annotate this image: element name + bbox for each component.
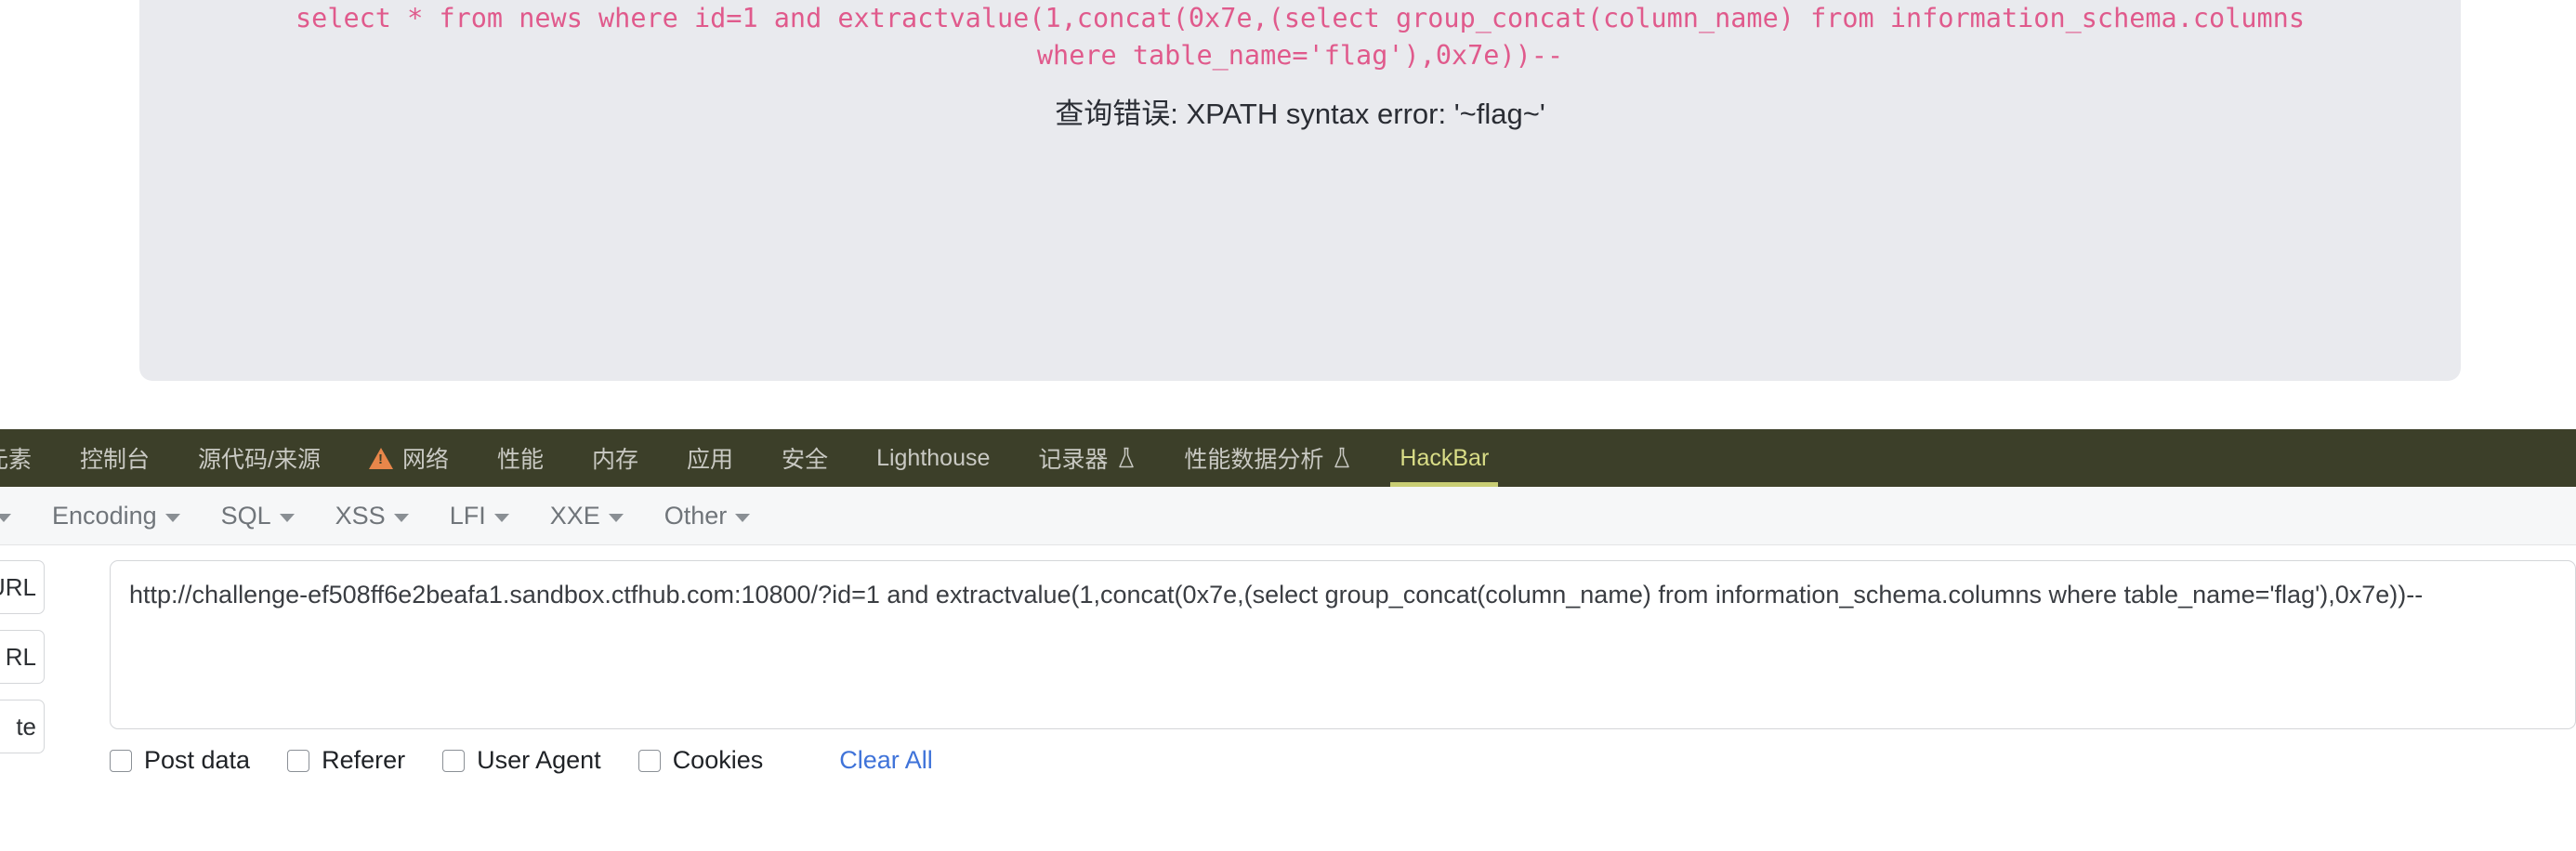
query-result-panel: select * from news where id=1 and extrac… [139, 0, 2461, 381]
hackbar-menu-label: Encoding [52, 501, 157, 530]
url-input[interactable] [110, 560, 2576, 729]
devtools-tab-label: 控制台 [80, 447, 151, 473]
query-error-message: 查询错误: XPATH syntax error: '~flag~' [1055, 97, 1545, 130]
user-agent-checkbox[interactable]: User Agent [442, 746, 601, 775]
checkbox-box[interactable] [637, 749, 661, 772]
warning-triangle-icon [368, 447, 393, 469]
split-url-button[interactable]: RL [0, 630, 45, 684]
button-label: URL [0, 572, 36, 601]
hackbar-body: URL RL te Post data Referer User Agent Cookie… [0, 545, 2576, 851]
post-data-checkbox[interactable]: Post data [110, 746, 250, 775]
hackbar-menu-Other[interactable]: Other [644, 502, 771, 530]
devtools-tab-HackBar[interactable]: HackBar [1375, 429, 1513, 487]
checkbox-box[interactable] [442, 749, 466, 772]
devtools-tab-应用[interactable]: 应用 [663, 429, 757, 487]
checkbox-label: Referer [322, 746, 406, 774]
devtools-tab-bar: 元素 控制台 源代码/来源 网络 性能 内存 应用 安全 Lighthouse 记录器 性能数据分析… [0, 429, 2576, 487]
hackbar-menu-SQL[interactable]: SQL [201, 502, 315, 530]
hackbar-panel: n Encoding SQL XSS LFI XXE Other URL RL te Post … [0, 487, 2576, 851]
cookies-checkbox[interactable]: Cookies [637, 746, 764, 775]
devtools-tab-label: 元素 [0, 447, 33, 473]
devtools-tab-性能[interactable]: 性能 [473, 429, 568, 487]
hackbar-menu-label: SQL [220, 501, 271, 530]
hackbar-options-row: Post data Referer User Agent Cookies Clear A… [110, 746, 933, 775]
chevron-down-icon [279, 513, 295, 522]
devtools-tab-label: HackBar [1400, 444, 1490, 471]
load-url-button[interactable]: URL [0, 560, 45, 614]
flask-icon [1333, 447, 1351, 469]
browser-page-viewport: select * from news where id=1 and extrac… [0, 0, 2576, 429]
devtools-tab-label: 应用 [687, 447, 734, 473]
flask-icon [1117, 447, 1136, 469]
hackbar-menu-LFI[interactable]: LFI [429, 502, 530, 530]
screen: select * from news where id=1 and extrac… [0, 0, 2576, 851]
checkbox-label: Post data [144, 746, 251, 774]
hackbar-menu-label: Other [664, 501, 728, 530]
devtools-tab-label: 内存 [592, 447, 639, 473]
chevron-down-icon [735, 513, 751, 522]
devtools-tab-源代码/来源[interactable]: 源代码/来源 [174, 429, 345, 487]
devtools-tab-记录器[interactable]: 记录器 [1014, 429, 1160, 487]
sql-query-echo: select * from news where id=1 and extrac… [296, 3, 2305, 72]
hackbar-menu-Encoding[interactable]: Encoding [32, 502, 201, 530]
chevron-down-icon [164, 513, 180, 522]
devtools-tab-性能数据分析[interactable]: 性能数据分析 [1160, 429, 1375, 487]
hackbar-menu-bar: n Encoding SQL XSS LFI XXE Other [0, 487, 2576, 545]
checkbox-box[interactable] [287, 749, 310, 772]
checkbox-label: User Agent [477, 746, 601, 774]
execute-button[interactable]: te [0, 700, 45, 753]
devtools-tab-label: 记录器 [1038, 447, 1109, 473]
referer-checkbox[interactable]: Referer [287, 746, 405, 775]
hackbar-menu-label: XSS [335, 501, 386, 530]
button-label: RL [5, 642, 36, 671]
chevron-down-icon [608, 513, 624, 522]
hackbar-menu-XSS[interactable]: XSS [315, 502, 429, 530]
devtools-tab-网络[interactable]: 网络 [345, 429, 473, 487]
hackbar-menu-label: XXE [549, 501, 600, 530]
chevron-down-icon [493, 513, 509, 522]
devtools-tab-label: 安全 [782, 447, 829, 473]
devtools-tab-安全[interactable]: 安全 [757, 429, 852, 487]
clear-all-link[interactable]: Clear All [839, 746, 933, 775]
devtools-tab-元素[interactable]: 元素 [0, 429, 56, 487]
hackbar-menu-label: LFI [449, 501, 486, 530]
checkbox-label: Cookies [672, 746, 764, 774]
devtools-tab-label: 性能数据分析 [1184, 447, 1324, 473]
devtools-tab-label: 源代码/来源 [198, 447, 321, 473]
devtools-tab-label: Lighthouse [876, 444, 991, 471]
devtools-tab-label: 网络 [401, 447, 449, 473]
button-label: te [16, 712, 36, 740]
hackbar-menu-XXE[interactable]: XXE [530, 502, 644, 530]
chevron-down-icon [0, 513, 12, 522]
chevron-down-icon [393, 513, 409, 522]
devtools-tab-控制台[interactable]: 控制台 [56, 429, 174, 487]
devtools-tab-label: 性能 [497, 447, 545, 473]
devtools-tab-内存[interactable]: 内存 [568, 429, 663, 487]
devtools-tab-Lighthouse[interactable]: Lighthouse [852, 429, 1014, 487]
hackbar-menu-n[interactable]: n [0, 502, 32, 530]
checkbox-box[interactable] [110, 749, 132, 772]
hackbar-action-buttons: URL RL te [0, 560, 45, 753]
